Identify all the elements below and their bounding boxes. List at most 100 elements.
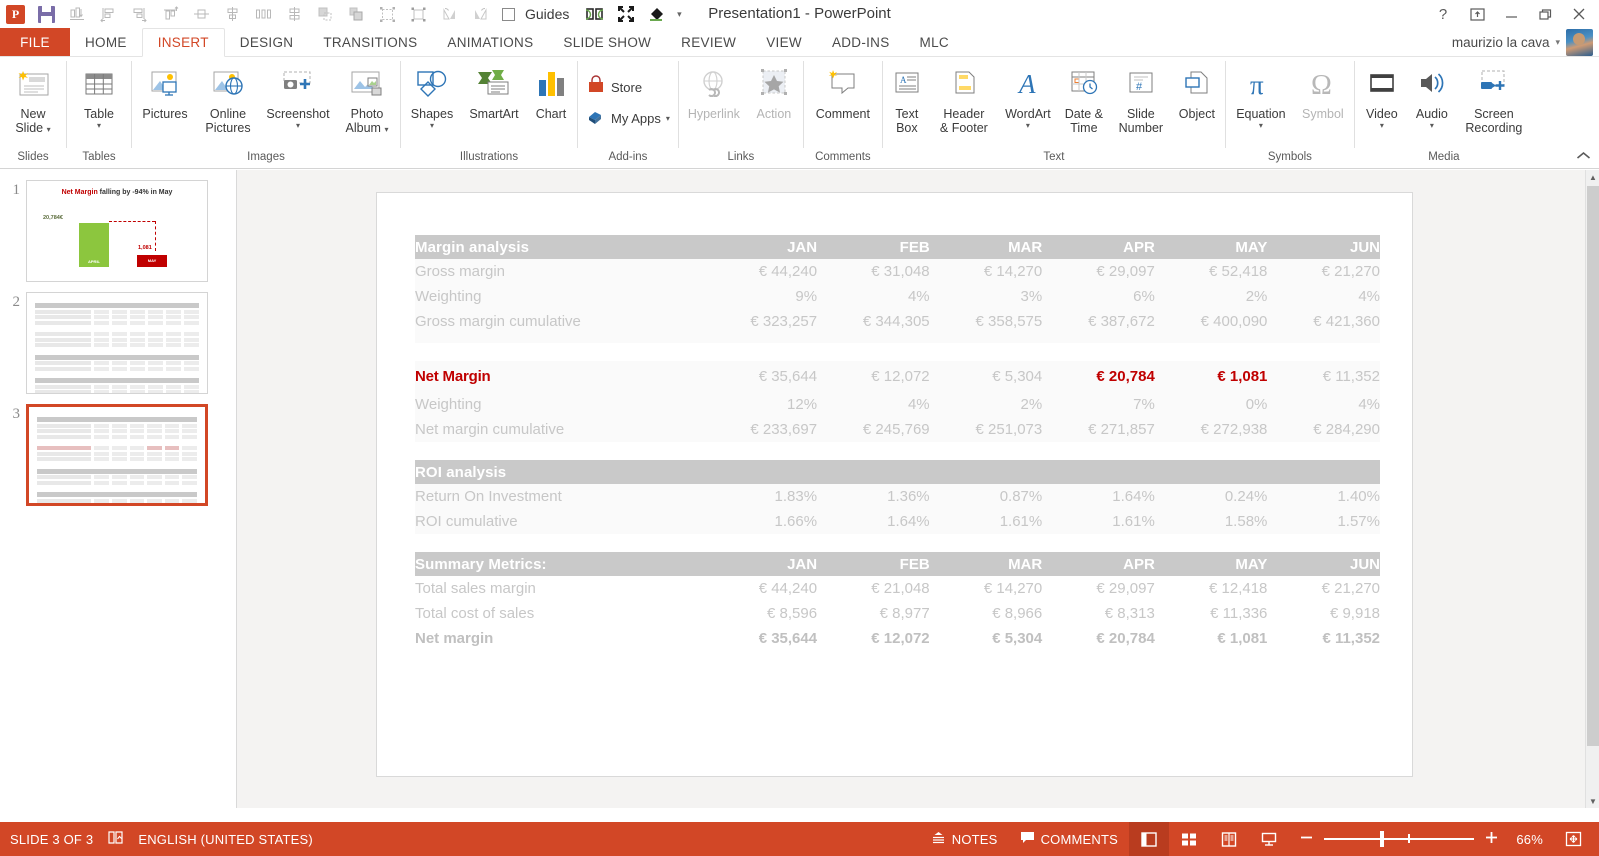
equation-button[interactable]: π Equation ▾ [1228,60,1294,130]
table-button[interactable]: Table ▾ [69,60,129,130]
send-backward-icon[interactable] [341,1,372,27]
screenshot-button[interactable]: Screenshot ▾ [260,60,336,130]
scroll-up-arrow-icon[interactable]: ▲ [1586,170,1599,184]
powerpoint-logo-icon[interactable]: P [0,1,31,27]
tab-mlc[interactable]: MLC [905,28,964,56]
scroll-down-arrow-icon[interactable]: ▼ [1586,794,1599,808]
align-distribute-icon[interactable] [62,1,93,27]
screen-recording-button[interactable]: Screen Recording [1457,60,1531,135]
object-button[interactable]: Object [1171,60,1223,121]
slide-thumbnail-2[interactable] [26,292,208,394]
online-pictures-button[interactable]: Online Pictures [196,60,260,135]
bring-forward-icon[interactable] [310,1,341,27]
shapes-button[interactable]: Shapes ▾ [403,60,461,130]
align-left-icon[interactable] [93,1,124,27]
comment-button[interactable]: Comment [806,60,880,121]
chevron-down-icon[interactable]: ▾ [1430,121,1434,130]
tab-add-ins[interactable]: ADD-INS [817,28,905,56]
video-button[interactable]: Video ▾ [1357,60,1407,130]
save-icon[interactable] [31,1,62,27]
fit-slide-to-window-button[interactable] [1553,822,1593,856]
fullscreen-icon[interactable] [610,1,641,27]
chevron-down-icon[interactable]: ▾ [1026,121,1030,130]
chevron-down-icon[interactable]: ▾ [430,121,434,130]
align-top-icon[interactable] [155,1,186,27]
zoom-in-icon[interactable] [1484,830,1499,848]
group-objects-icon[interactable] [403,1,434,27]
flip-horizontal-icon[interactable] [434,1,465,27]
user-name[interactable]: maurizio la cava [1452,35,1550,50]
chevron-down-icon[interactable]: ▾ [1380,121,1384,130]
flip-vertical-icon[interactable] [465,1,496,27]
zoom-level[interactable]: 66% [1509,832,1543,847]
tab-animations[interactable]: ANIMATIONS [432,28,548,56]
symbol-button[interactable]: Ω Symbol [1294,60,1352,121]
text-box-button[interactable]: A Text Box [885,60,929,135]
zoom-control[interactable]: 66% [1289,830,1553,848]
guides-checkbox[interactable] [496,1,520,27]
help-button[interactable]: ? [1427,2,1459,26]
eyedropper-icon[interactable] [641,1,672,27]
zoom-slider-handle[interactable] [1380,831,1384,848]
collapse-ribbon-icon[interactable] [1576,149,1591,164]
reading-view-button[interactable] [1209,822,1249,856]
tab-file[interactable]: FILE [0,28,70,56]
chevron-down-icon[interactable]: ▾ [97,121,101,130]
tab-design[interactable]: DESIGN [225,28,309,56]
tab-insert[interactable]: INSERT [141,28,225,57]
language-indicator[interactable]: ENGLISH (UNITED STATES) [138,832,313,847]
distribute-horizontally-icon[interactable] [248,1,279,27]
slide-thumbnail-3[interactable] [26,404,208,506]
slide-show-button[interactable] [1249,822,1289,856]
scrollbar-thumb[interactable] [1587,186,1599,746]
close-icon[interactable] [1563,2,1595,26]
minimize-icon[interactable] [1495,2,1527,26]
hyperlink-button[interactable]: Hyperlink [681,60,747,121]
avatar[interactable] [1566,28,1593,56]
ribbon-display-options-icon[interactable] [1461,2,1493,26]
slide-number-button[interactable]: # Slide Number [1111,60,1171,135]
compare-side-by-side-icon[interactable] [579,1,610,27]
tab-review[interactable]: REVIEW [666,28,751,56]
zoom-slider[interactable] [1324,831,1474,848]
wordart-button[interactable]: A WordArt ▾ [999,60,1057,130]
notes-button[interactable]: NOTES [920,822,1009,856]
pictures-button[interactable]: Pictures [134,60,196,121]
chevron-down-icon[interactable]: ▾ [666,114,670,123]
zoom-out-icon[interactable] [1299,830,1314,848]
smartart-button[interactable]: SmartArt [461,60,527,121]
normal-view-button[interactable] [1129,822,1169,856]
slide-thumbnail-panel[interactable]: 1 Net Margin falling by -94% in May 20,7… [0,170,237,808]
comments-button[interactable]: COMMENTS [1009,822,1129,856]
slide-canvas[interactable]: Margin analysis JAN FEB MAR APR MAY JUN … [237,170,1585,808]
chevron-down-icon[interactable]: ▾ [296,121,300,130]
slide-indicator[interactable]: SLIDE 3 OF 3 [10,832,93,847]
slide-editing-area[interactable]: Margin analysis JAN FEB MAR APR MAY JUN … [377,193,1412,776]
slide-thumbnail-1[interactable]: Net Margin falling by -94% in May 20,784… [26,180,208,282]
distribute-vertically-icon[interactable] [279,1,310,27]
chart-button[interactable]: Chart [527,60,575,121]
my-apps-button[interactable]: My Apps ▾ [580,103,676,134]
align-center-icon[interactable] [217,1,248,27]
header-footer-button[interactable]: Header & Footer [929,60,999,135]
store-button[interactable]: Store [580,72,648,103]
customize-quick-access-toolbar-icon[interactable]: ▾ [672,1,686,27]
tab-home[interactable]: HOME [70,28,142,56]
align-right-icon[interactable] [124,1,155,27]
align-middle-icon[interactable] [186,1,217,27]
photo-album-button[interactable]: Photo Album ▾ [336,60,398,135]
selection-pane-icon[interactable] [372,1,403,27]
audio-button[interactable]: Audio ▾ [1407,60,1457,130]
chevron-down-icon[interactable]: ▾ [1555,37,1560,48]
restore-icon[interactable] [1529,2,1561,26]
date-time-button[interactable]: Date & Time [1057,60,1111,135]
tab-slide-show[interactable]: SLIDE SHOW [548,28,666,56]
canvas-scrollbar[interactable]: ▲ ▼ [1585,170,1599,808]
chevron-down-icon[interactable]: ▾ [1259,121,1263,130]
slide-sorter-button[interactable] [1169,822,1209,856]
new-slide-button[interactable]: New Slide ▾ [2,60,64,135]
tab-transitions[interactable]: TRANSITIONS [308,28,432,56]
tab-view[interactable]: VIEW [751,28,817,56]
action-button[interactable]: Action [747,60,801,121]
spell-check-icon[interactable] [107,830,124,848]
